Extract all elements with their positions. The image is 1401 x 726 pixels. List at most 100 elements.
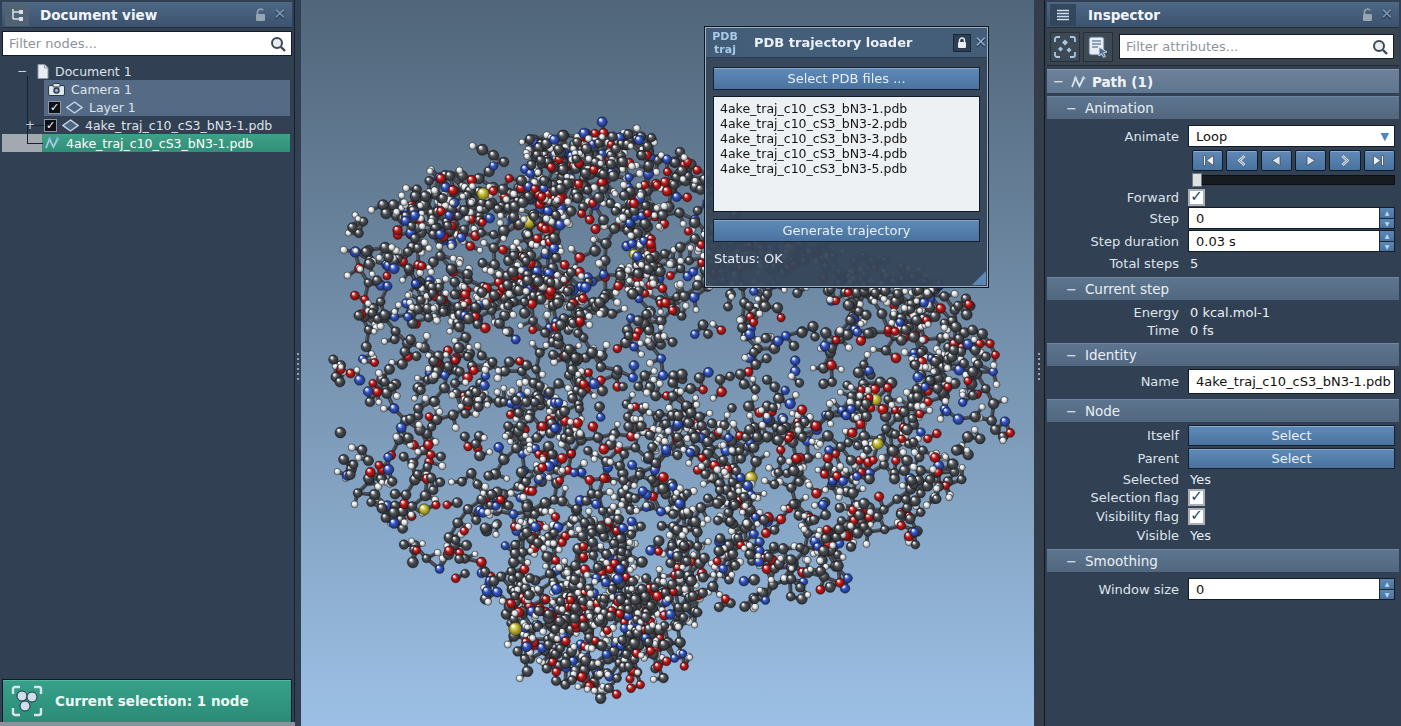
pdb-file-item[interactable]: 4ake_traj_c10_cS3_bN3-2.pdb (720, 116, 979, 131)
tree-row-path[interactable]: 4ake_traj_c10_cS3_bN3-1.pdb (2, 134, 292, 152)
dialog-resize-grip[interactable] (972, 271, 986, 285)
animate-combobox[interactable]: Loop ▼ (1188, 125, 1395, 147)
pdb-file-item[interactable]: 4ake_traj_c10_cS3_bN3-3.pdb (720, 131, 979, 146)
right-splitter[interactable] (1034, 0, 1045, 726)
collapse-expander-icon[interactable]: − (16, 62, 28, 80)
smoothing-collapse-icon[interactable]: − (1066, 554, 1077, 569)
node-section-header[interactable]: − Node (1047, 399, 1399, 422)
document-view-close-icon[interactable]: ✕ (273, 7, 286, 22)
path-icon (44, 136, 60, 150)
energy-value: 0 kcal.mol-1 (1188, 305, 1270, 320)
tree-label-path: 4ake_traj_c10_cS3_bN3-1.pdb (66, 136, 253, 151)
play-backward-button[interactable] (1261, 150, 1292, 171)
current-step-header-label: Current step (1085, 281, 1169, 297)
inspector-lock-icon[interactable] (1361, 8, 1374, 22)
total-steps-value: 5 (1188, 256, 1198, 271)
document-view-title: Document view (40, 7, 157, 23)
dialog-status-text: Status: OK (714, 251, 987, 266)
time-label: Time (1047, 323, 1188, 338)
name-label: Name (1047, 374, 1188, 389)
pdb-file-item[interactable]: 4ake_traj_c10_cS3_bN3-1.pdb (720, 101, 979, 116)
name-value: 4ake_traj_c10_cS3_bN3-1.pdb (1188, 369, 1395, 394)
time-value: 0 fs (1188, 323, 1214, 338)
name-field[interactable]: 4ake_traj_c10_cS3_bN3-1.pdb (1188, 369, 1395, 394)
selection-status-bar: Current selection: 1 node (2, 679, 292, 723)
dialog-close-icon[interactable]: ✕ (974, 35, 987, 50)
visibility-flag-label: Visibility flag (1047, 509, 1188, 524)
window-size-spin-buttons[interactable]: ▲▼ (1379, 579, 1394, 599)
window-size-spinbox[interactable]: 0 ▲▼ (1188, 578, 1395, 600)
step-duration-spinbox[interactable]: 0.03 s ▲▼ (1188, 230, 1395, 252)
play-forward-button[interactable] (1295, 150, 1326, 171)
tree-label-document: Document 1 (55, 64, 132, 79)
animation-slider[interactable] (1192, 173, 1395, 187)
slider-handle[interactable] (1192, 173, 1202, 187)
tree-row-camera[interactable]: Camera 1 (2, 80, 292, 98)
itself-select-button[interactable]: Select (1188, 425, 1395, 446)
current-step-collapse-icon[interactable]: − (1066, 282, 1077, 297)
pdb-file-item[interactable]: 4ake_traj_c10_cS3_bN3-4.pdb (720, 146, 979, 161)
path-collapse-icon[interactable]: − (1053, 74, 1064, 89)
itself-label: Itself (1047, 428, 1188, 443)
document-view-titlebar[interactable]: Document view ✕ (2, 2, 292, 28)
tree-row-document[interactable]: − Document 1 (2, 62, 292, 80)
filter-nodes-input[interactable] (2, 31, 292, 56)
step-duration-label: Step duration (1047, 234, 1188, 249)
document-view-lock-icon[interactable] (254, 8, 267, 22)
smoothing-section-header[interactable]: − Smoothing (1047, 549, 1399, 572)
animation-collapse-icon[interactable]: − (1066, 101, 1077, 116)
node-inspector-button[interactable] (1083, 32, 1113, 62)
inspector-titlebar[interactable]: Inspector ✕ (1047, 2, 1399, 28)
previous-step-button[interactable] (1226, 150, 1257, 171)
selected-label: Selected (1047, 472, 1188, 487)
animation-section-header[interactable]: − Animation (1047, 96, 1399, 119)
filter-attributes-input[interactable] (1119, 34, 1394, 59)
pdb-file-list[interactable]: 4ake_traj_c10_cS3_bN3-1.pdb4ake_traj_c10… (713, 96, 980, 212)
document-view-icon (5, 4, 29, 26)
expand-expander-icon[interactable]: + (24, 116, 36, 134)
node-collapse-icon[interactable]: − (1066, 404, 1077, 419)
step-label: Step (1047, 211, 1188, 226)
select-pdb-files-button[interactable]: Select PDB files ... (713, 67, 980, 90)
identity-collapse-icon[interactable]: − (1066, 348, 1077, 363)
identity-section-header[interactable]: − Identity (1047, 343, 1399, 366)
tree-label-structure: 4ake_traj_c10_cS3_bN3-1.pdb (85, 118, 272, 133)
forward-label: Forward (1047, 190, 1188, 205)
tree-label-layer: Layer 1 (89, 100, 136, 115)
generate-trajectory-button[interactable]: Generate trajectory (713, 219, 980, 242)
animation-section-body: Animate Loop ▼ Forward ✓ Step 0 ▲ (1047, 119, 1399, 274)
selected-value: Yes (1188, 472, 1211, 487)
next-step-button[interactable] (1329, 150, 1360, 171)
skip-to-start-button[interactable] (1192, 150, 1223, 171)
pdb-trajectory-loader-dialog[interactable]: PDBtraj PDB trajectory loader ✕ Select P… (705, 27, 988, 287)
path-section-header[interactable]: − Path (1) (1047, 69, 1399, 93)
layer-visibility-checkbox[interactable]: ✓ (48, 101, 61, 114)
tree-row-structure[interactable]: + ✓ 4ake_traj_c10_cS3_bN3-1.pdb (2, 116, 292, 134)
search-icon (269, 35, 287, 53)
selection-inspect-button[interactable] (1050, 32, 1080, 62)
step-value: 0 (1188, 207, 1395, 229)
current-step-section-header[interactable]: − Current step (1047, 277, 1399, 300)
step-spin-buttons[interactable]: ▲▼ (1379, 208, 1394, 228)
parent-select-button[interactable]: Select (1188, 448, 1395, 469)
left-splitter[interactable] (295, 0, 301, 726)
selection-flag-checkbox[interactable]: ✓ (1188, 489, 1205, 506)
tree-row-layer[interactable]: ✓ Layer 1 (2, 98, 292, 116)
inspector-close-icon[interactable]: ✕ (1380, 7, 1393, 22)
visible-value: Yes (1188, 528, 1211, 543)
dialog-lock-icon[interactable] (953, 34, 971, 52)
selection-status-text: Current selection: 1 node (55, 693, 249, 709)
dialog-titlebar[interactable]: PDBtraj PDB trajectory loader ✕ (706, 28, 987, 58)
step-duration-spin-buttons[interactable]: ▲▼ (1379, 231, 1394, 251)
skip-to-end-button[interactable] (1364, 150, 1395, 171)
animate-label: Animate (1047, 129, 1188, 144)
pdb-file-item[interactable]: 4ake_traj_c10_cS3_bN3-5.pdb (720, 161, 979, 176)
document-tree: − Document 1 Camera 1 ✓ Layer 1 + ✓ (2, 62, 292, 182)
visibility-flag-checkbox[interactable]: ✓ (1188, 508, 1205, 525)
inspector-menu-icon[interactable] (1050, 4, 1076, 26)
step-spinbox[interactable]: 0 ▲▼ (1188, 207, 1395, 229)
right-splitter-handle (1038, 353, 1040, 383)
structure-visibility-checkbox[interactable]: ✓ (44, 119, 57, 132)
forward-checkbox[interactable]: ✓ (1188, 189, 1205, 206)
inspector-filter (1119, 34, 1394, 59)
